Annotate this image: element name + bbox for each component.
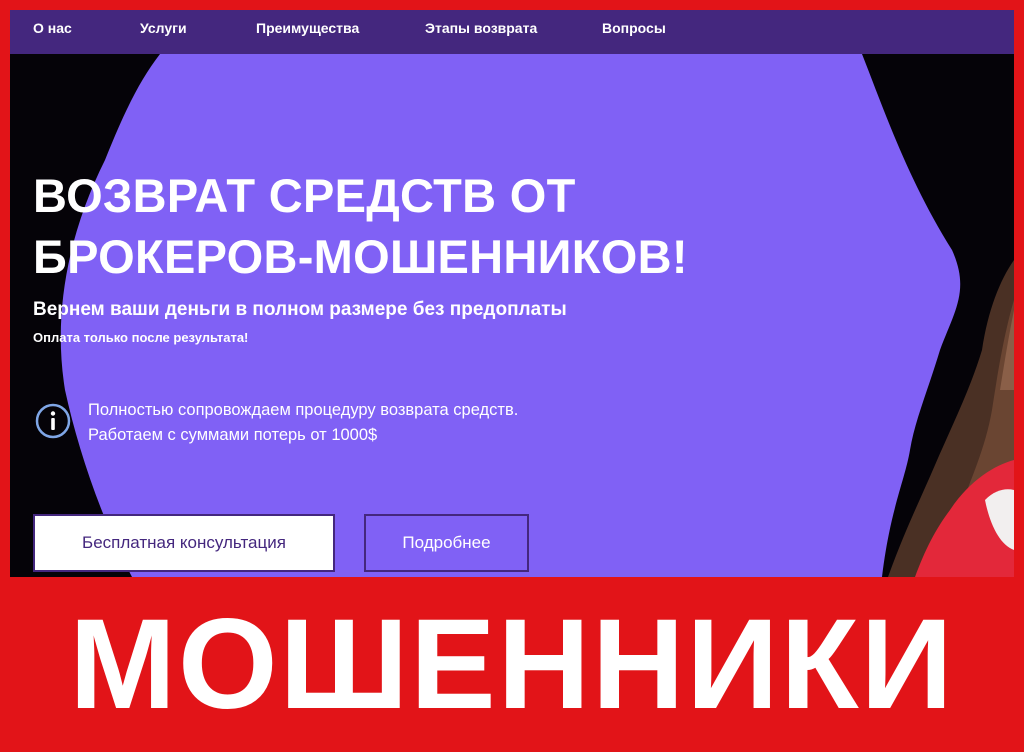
- nav-item-services[interactable]: Услуги: [140, 10, 187, 54]
- nav-item-return-stages[interactable]: Этапы возврата: [425, 10, 537, 54]
- hero-title: ВОЗВРАТ СРЕДСТВ ОТ БРОКЕРОВ-МОШЕННИКОВ!: [33, 165, 688, 287]
- nav-item-advantages[interactable]: Преимущества: [256, 10, 359, 54]
- nav-item-questions[interactable]: Вопросы: [602, 10, 666, 54]
- info-circle-icon: [35, 403, 71, 439]
- top-navigation: О нас Услуги Преимущества Этапы возврата…: [10, 10, 1014, 54]
- woman-photo: [888, 260, 1014, 577]
- hero-title-line: ВОЗВРАТ СРЕДСТВ ОТ: [33, 169, 576, 222]
- hero-note: Оплата только после результата!: [33, 330, 249, 345]
- scammers-banner: МОШЕННИКИ: [69, 593, 955, 736]
- info-text: Полностью сопровождаем процедуру возврат…: [88, 398, 518, 448]
- info-line: Работаем с суммами потерь от 1000$: [88, 426, 378, 444]
- nav-item-about[interactable]: О нас: [33, 10, 72, 54]
- hero-title-line: БРОКЕРОВ-МОШЕННИКОВ!: [33, 230, 688, 283]
- free-consultation-button[interactable]: Бесплатная консультация: [33, 514, 335, 572]
- hero-subtitle: Вернем ваши деньги в полном размере без …: [33, 299, 567, 320]
- more-info-button[interactable]: Подробнее: [364, 514, 529, 572]
- website-screenshot: О нас Услуги Преимущества Этапы возврата…: [10, 10, 1014, 577]
- info-line: Полностью сопровождаем процедуру возврат…: [88, 401, 519, 419]
